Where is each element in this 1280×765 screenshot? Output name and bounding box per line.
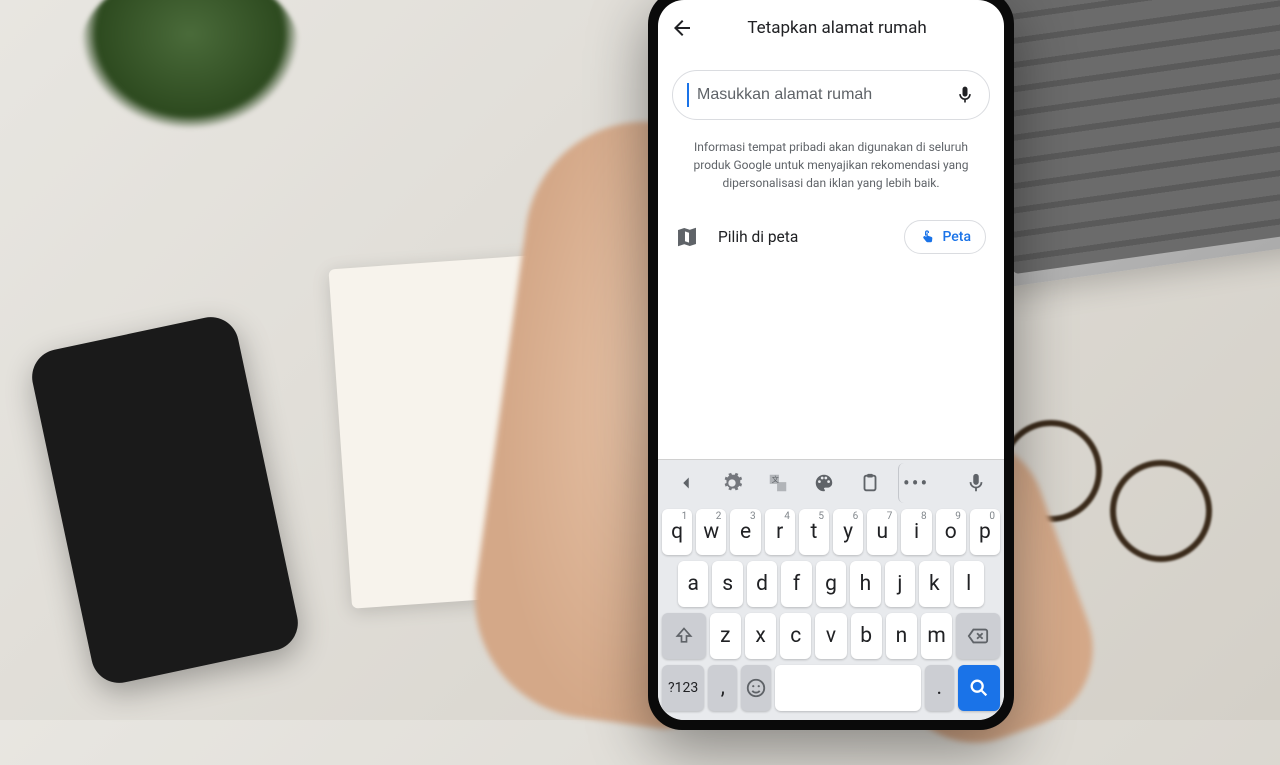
background-phone xyxy=(27,312,303,688)
text-cursor xyxy=(687,83,689,107)
keyboard-row-3: zxcvbnm xyxy=(658,610,1004,662)
map-chip-label: Peta xyxy=(942,229,971,245)
search-key[interactable] xyxy=(958,665,1000,711)
content-spacer xyxy=(658,264,1004,459)
svg-text:文: 文 xyxy=(772,475,780,484)
key-b[interactable]: b xyxy=(851,613,882,659)
key-m[interactable]: m xyxy=(921,613,952,659)
key-u[interactable]: u7 xyxy=(867,509,897,555)
choose-on-map-label: Pilih di peta xyxy=(718,228,884,246)
shift-key[interactable] xyxy=(662,613,706,659)
key-q[interactable]: q1 xyxy=(662,509,692,555)
keyboard-translate-button[interactable]: 文 xyxy=(756,463,800,503)
comma-key[interactable]: , xyxy=(708,665,737,711)
phone-frame: Tetapkan alamat rumah Informasi tempat p… xyxy=(648,0,1014,730)
on-screen-keyboard: 文 ••• q1w2e3r4t5y6u7i8o9p0 asdfghjkl zxc… xyxy=(658,459,1004,720)
key-o[interactable]: o9 xyxy=(936,509,966,555)
keyboard-collapse-button[interactable] xyxy=(664,463,708,503)
more-icon: ••• xyxy=(903,471,929,495)
keyboard-toolbar: 文 ••• xyxy=(658,460,1004,506)
key-s[interactable]: s xyxy=(712,561,742,607)
arrow-left-icon xyxy=(670,16,694,40)
key-z[interactable]: z xyxy=(710,613,741,659)
key-c[interactable]: c xyxy=(780,613,811,659)
clipboard-icon xyxy=(859,472,881,494)
emoji-icon xyxy=(745,677,767,699)
map-chip-button[interactable]: Peta xyxy=(904,220,986,254)
mic-icon[interactable] xyxy=(955,85,975,105)
key-k[interactable]: k xyxy=(919,561,949,607)
key-i[interactable]: i8 xyxy=(901,509,931,555)
key-x[interactable]: x xyxy=(745,613,776,659)
key-t[interactable]: t5 xyxy=(799,509,829,555)
phone-screen: Tetapkan alamat rumah Informasi tempat p… xyxy=(658,0,1004,720)
page-title: Tetapkan alamat rumah xyxy=(712,18,962,38)
symbols-key[interactable]: ?123 xyxy=(662,665,704,711)
key-y[interactable]: y6 xyxy=(833,509,863,555)
space-key[interactable] xyxy=(775,665,921,711)
key-p[interactable]: p0 xyxy=(970,509,1000,555)
address-input-container[interactable] xyxy=(672,70,990,120)
period-key[interactable]: . xyxy=(925,665,954,711)
keyboard-row-1: q1w2e3r4t5y6u7i8o9p0 xyxy=(658,506,1004,558)
gear-icon xyxy=(721,472,743,494)
key-n[interactable]: n xyxy=(886,613,917,659)
address-input[interactable] xyxy=(697,86,947,104)
key-d[interactable]: d xyxy=(747,561,777,607)
back-button[interactable] xyxy=(670,16,694,40)
keyboard-settings-button[interactable] xyxy=(710,463,754,503)
key-r[interactable]: r4 xyxy=(765,509,795,555)
keyboard-theme-button[interactable] xyxy=(802,463,846,503)
search-icon xyxy=(968,677,990,699)
key-g[interactable]: g xyxy=(816,561,846,607)
key-h[interactable]: h xyxy=(850,561,880,607)
privacy-info-text: Informasi tempat pribadi akan digunakan … xyxy=(658,132,1004,210)
key-j[interactable]: j xyxy=(885,561,915,607)
mic-icon xyxy=(965,472,987,494)
backspace-icon xyxy=(967,625,989,647)
key-w[interactable]: w2 xyxy=(696,509,726,555)
key-e[interactable]: e3 xyxy=(730,509,760,555)
shift-icon xyxy=(674,626,694,646)
key-v[interactable]: v xyxy=(815,613,846,659)
keyboard-row-2: asdfghjkl xyxy=(658,558,1004,610)
translate-icon: 文 xyxy=(767,472,789,494)
palette-icon xyxy=(813,472,835,494)
touch-icon xyxy=(919,229,935,245)
emoji-key[interactable] xyxy=(741,665,770,711)
key-f[interactable]: f xyxy=(781,561,811,607)
background-plant xyxy=(80,0,300,130)
app-header: Tetapkan alamat rumah xyxy=(658,0,1004,56)
key-l[interactable]: l xyxy=(954,561,984,607)
backspace-key[interactable] xyxy=(956,613,1000,659)
key-a[interactable]: a xyxy=(678,561,708,607)
map-icon xyxy=(676,226,698,248)
keyboard-row-4: ?123 , . xyxy=(658,662,1004,714)
keyboard-clipboard-button[interactable] xyxy=(848,463,892,503)
keyboard-voice-button[interactable] xyxy=(954,463,998,503)
choose-on-map-row[interactable]: Pilih di peta Peta xyxy=(658,210,1004,264)
keyboard-more-button[interactable]: ••• xyxy=(898,463,929,503)
